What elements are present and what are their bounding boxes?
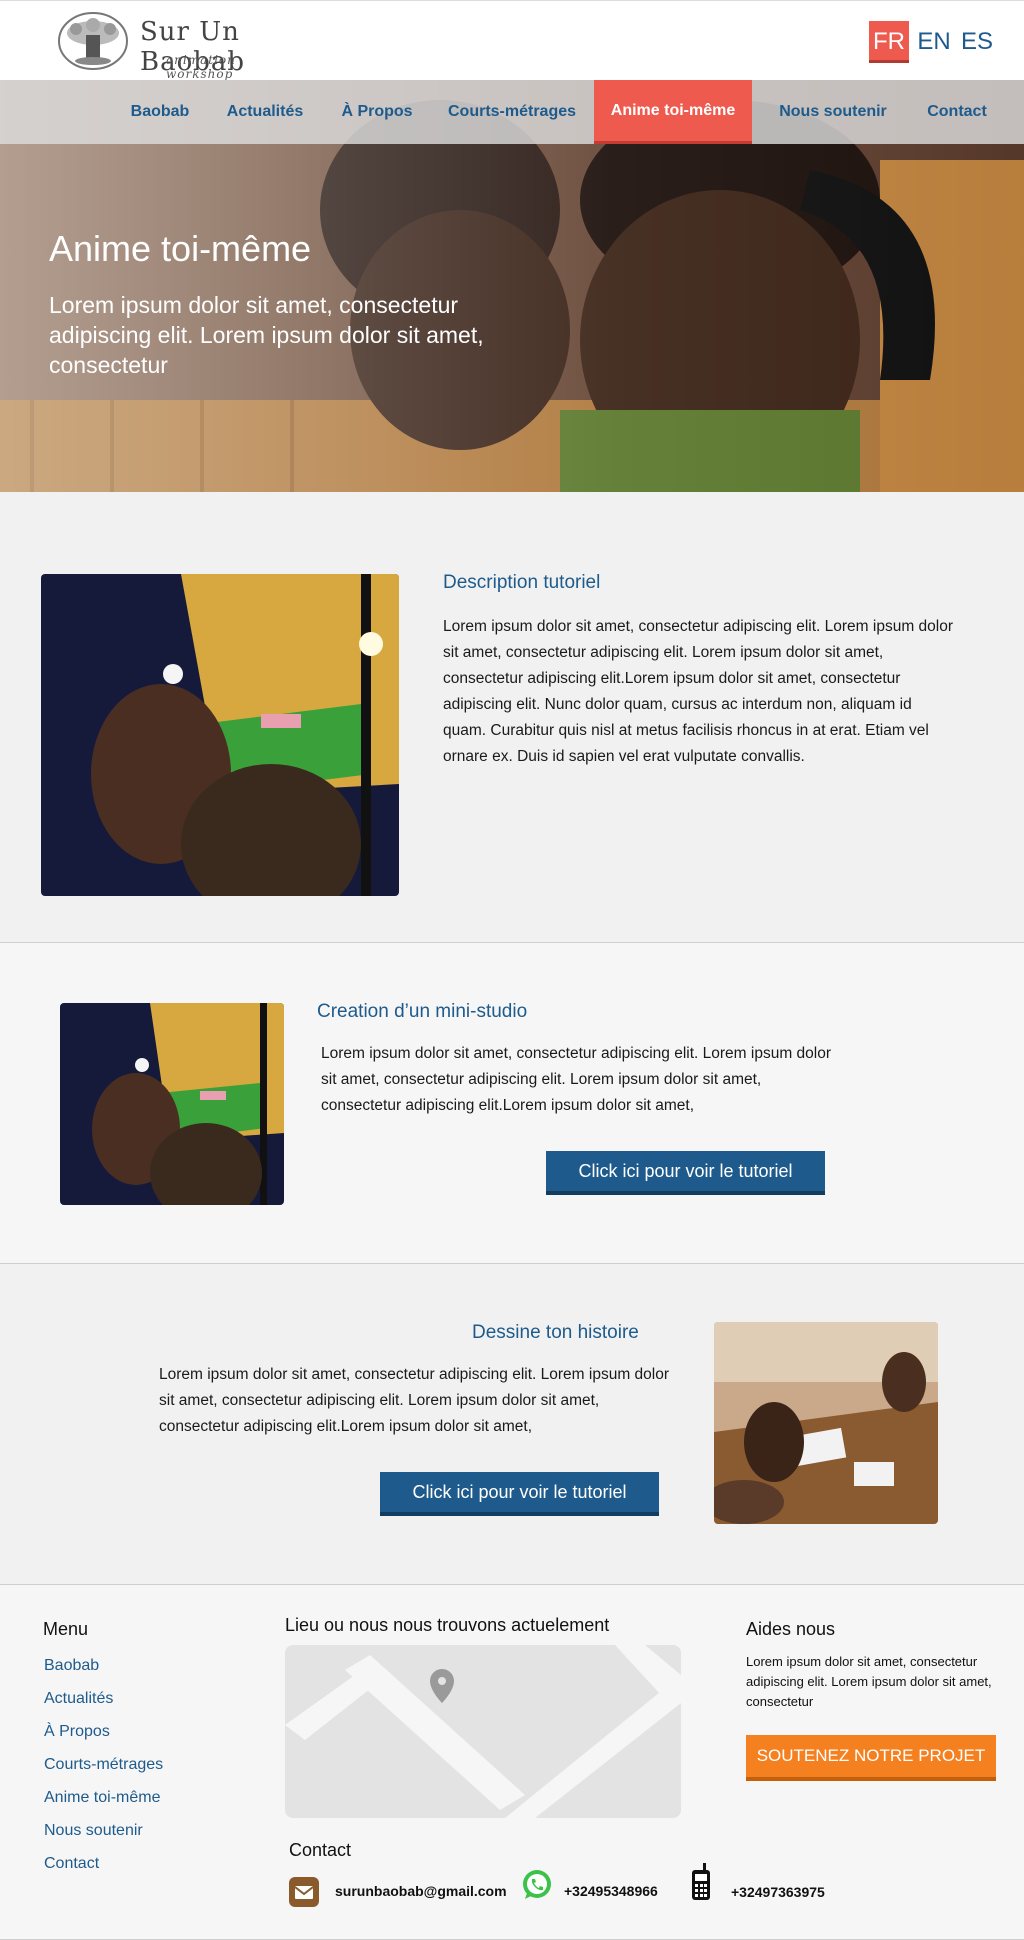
section-text: Lorem ipsum dolor sit amet, consectetur …	[159, 1366, 670, 1435]
nav-item-contact[interactable]: Contact	[914, 80, 1000, 144]
section-text: Lorem ipsum dolor sit amet, consectetur …	[321, 1045, 832, 1114]
footer-menu-item-nous-soutenir[interactable]: Nous soutenir	[44, 1822, 143, 1840]
location-map[interactable]	[285, 1645, 681, 1818]
aid-text: Lorem ipsum dolor sit amet, consectetur …	[746, 1654, 992, 1709]
footer-menu-item-actualites[interactable]: Actualités	[44, 1690, 113, 1708]
tutorial-button[interactable]: Click ici pour voir le tutoriel	[546, 1151, 825, 1195]
mobile-phone-icon	[692, 1863, 710, 1900]
location-heading: Lieu ou nous nous trouvons actuelement	[285, 1615, 610, 1635]
footer-menu-item-baobab[interactable]: Baobab	[44, 1657, 99, 1675]
nav-item-nous-soutenir[interactable]: Nous soutenir	[770, 80, 896, 144]
section-description-tutoriel: Description tutoriel Lorem ipsum dolor s…	[0, 492, 1024, 943]
logo-subtitle: animation workshop	[166, 53, 236, 81]
contact-phone[interactable]: +32497363975	[731, 1884, 825, 1900]
tutorial-button[interactable]: Click ici pour voir le tutoriel	[380, 1472, 659, 1516]
hero-text: Lorem ipsum dolor sit amet, consectetur …	[49, 292, 484, 378]
nav-item-actualites[interactable]: Actualités	[220, 80, 310, 144]
mail-icon	[289, 1877, 319, 1907]
section-title: Dessine ton histoire	[472, 1322, 639, 1343]
aid-heading: Aides nous	[746, 1619, 836, 1639]
baobab-logo-icon	[58, 12, 128, 70]
site-logo[interactable]: Sur Un Baobab animation workshop	[56, 11, 296, 81]
language-en[interactable]: EN	[914, 21, 954, 63]
hero-title: Anime toi-même	[49, 228, 312, 269]
contact-whatsapp[interactable]: +32495348966	[564, 1883, 658, 1899]
section-text: Lorem ipsum dolor sit amet, consectetur …	[443, 618, 954, 765]
contact-heading: Contact	[289, 1840, 352, 1860]
tutorial-photo	[41, 574, 399, 896]
section-title: Description tutoriel	[443, 572, 601, 593]
nav-item-baobab[interactable]: Baobab	[118, 80, 202, 144]
mini-studio-photo	[60, 1003, 284, 1205]
footer-menu-item-a-propos[interactable]: À Propos	[44, 1723, 110, 1741]
nav-item-a-propos[interactable]: À Propos	[330, 80, 424, 144]
site-footer: Menu Baobab Actualités À Propos Courts-m…	[0, 1585, 1024, 1940]
hero-banner: Baobab Actualités À Propos Courts-métrag…	[0, 80, 1024, 492]
section-title: Creation d’un mini-studio	[317, 1001, 528, 1022]
main-nav: Baobab Actualités À Propos Courts-métrag…	[0, 80, 1024, 144]
site-header: Sur Un Baobab animation workshop FR EN E…	[0, 0, 1024, 81]
nav-item-anime-toi-meme[interactable]: Anime toi-même	[594, 80, 752, 144]
footer-menu-item-courts-metrages[interactable]: Courts-métrages	[44, 1756, 163, 1774]
whatsapp-icon	[523, 1870, 551, 1899]
footer-menu-item-anime-toi-meme[interactable]: Anime toi-même	[44, 1789, 160, 1807]
section-mini-studio: Creation d’un mini-studio Lorem ipsum do…	[0, 943, 1024, 1264]
support-project-button[interactable]: SOUTENEZ NOTRE PROJET	[746, 1735, 996, 1781]
footer-menu-heading: Menu	[43, 1619, 89, 1639]
section-dessine-histoire: Dessine ton histoire Lorem ipsum dolor s…	[0, 1264, 1024, 1585]
language-fr[interactable]: FR	[869, 21, 909, 63]
contact-email[interactable]: surunbaobab@gmail.com	[335, 1883, 507, 1899]
nav-item-courts-metrages[interactable]: Courts-métrages	[440, 80, 584, 144]
drawing-photo	[714, 1322, 938, 1524]
language-es[interactable]: ES	[957, 21, 997, 63]
footer-menu-item-contact[interactable]: Contact	[44, 1855, 99, 1873]
